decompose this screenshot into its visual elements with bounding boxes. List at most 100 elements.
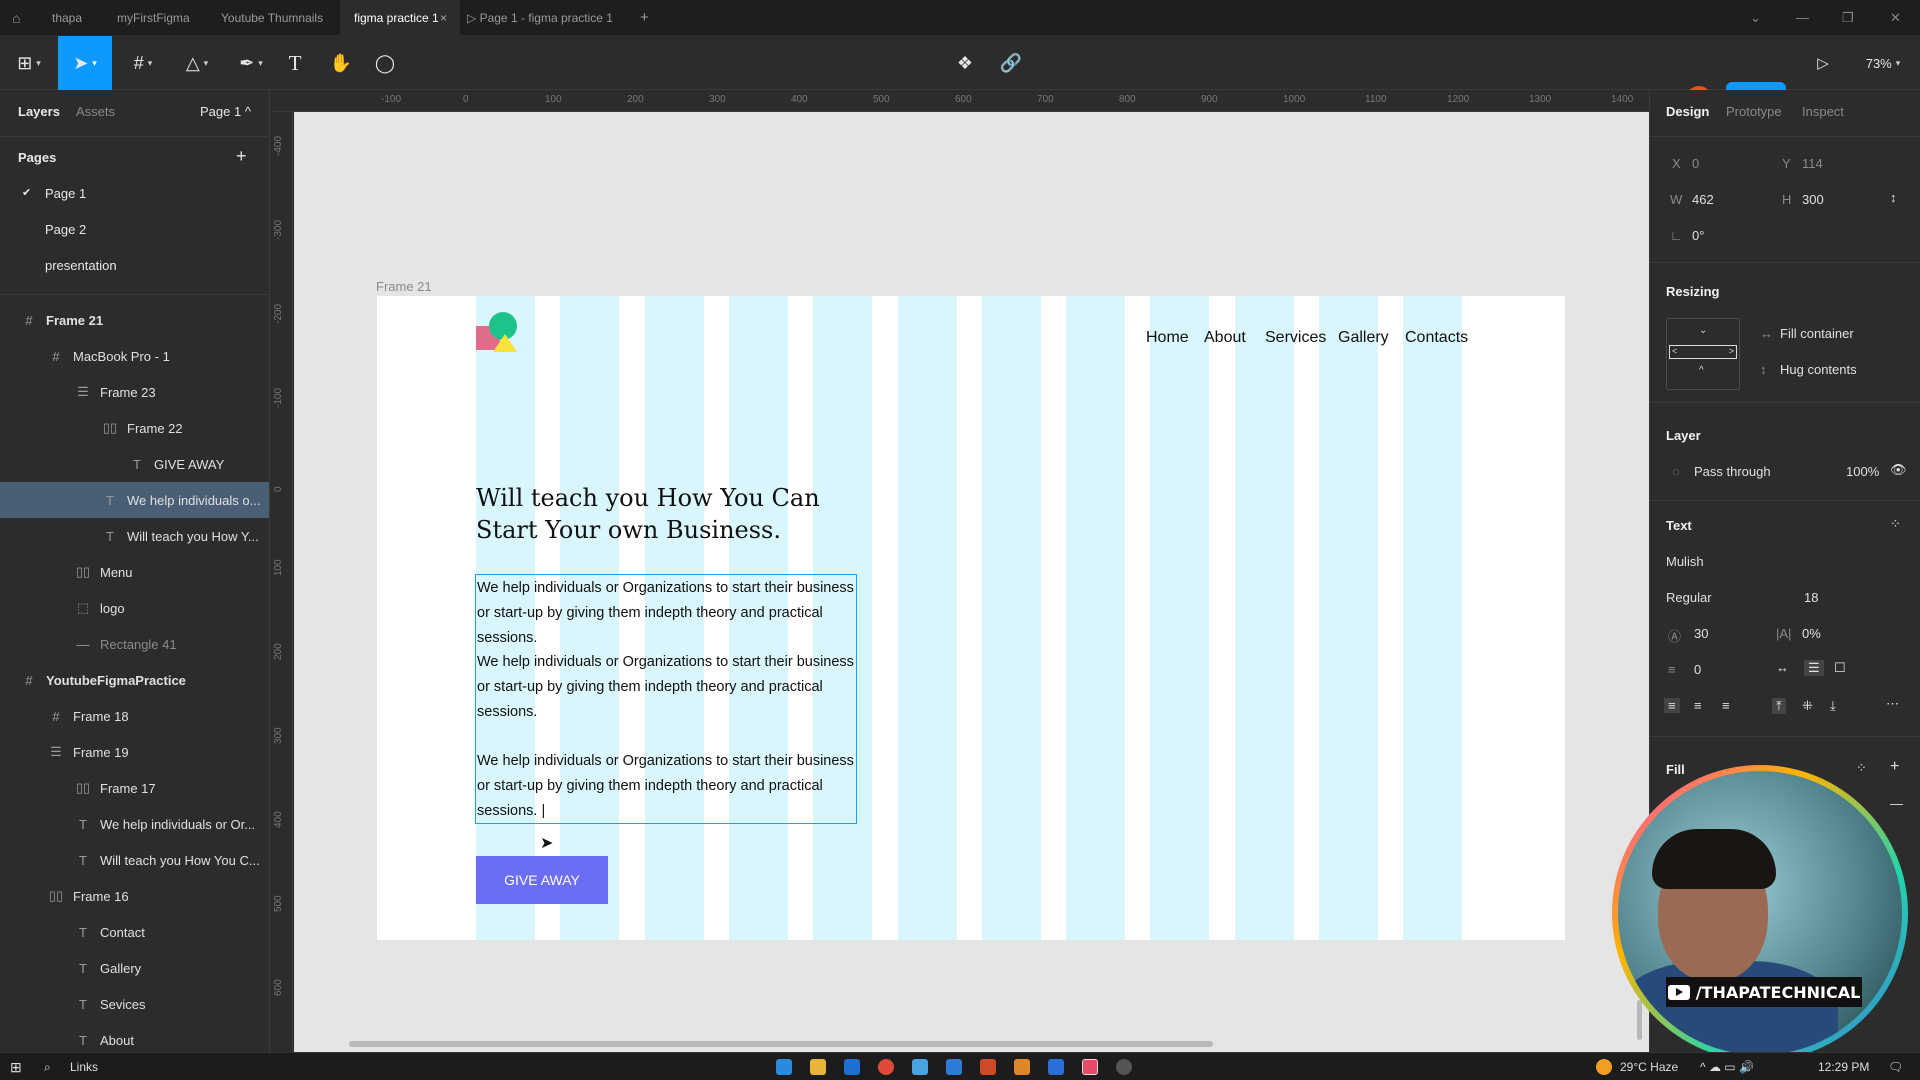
move-tool-icon[interactable]: ➤ ▾ (58, 36, 112, 90)
system-tray-icons[interactable]: ^ ☁ ▭ 🔊 (1700, 1053, 1754, 1080)
notifications-icon[interactable]: 🗨 (1888, 1053, 1903, 1080)
layer-item[interactable]: T About (0, 1022, 269, 1052)
new-tab-button[interactable]: + (640, 0, 649, 36)
fill-container-select[interactable]: Fill container (1780, 326, 1854, 341)
main-menu-icon[interactable]: ⊞ ▾ (8, 36, 50, 90)
opacity-field[interactable]: 100% (1846, 464, 1879, 479)
layer-item[interactable]: ▯▯ Frame 22 (0, 410, 269, 446)
tab-assets[interactable]: Assets (76, 104, 115, 119)
tab-design[interactable]: Design (1666, 104, 1709, 119)
resizing-widget[interactable]: ⌄ < > ^ (1666, 318, 1740, 390)
paragraph-spacing-field[interactable]: 0 (1694, 662, 1701, 677)
clock[interactable]: 12:29 PM (1818, 1053, 1869, 1080)
hero-title[interactable]: Will teach you How You Can Start Your ow… (476, 482, 856, 546)
layer-item[interactable]: — Rectangle 41 (0, 626, 269, 662)
layer-item[interactable]: ☰ Frame 23 (0, 374, 269, 410)
components-icon[interactable]: ❖ (950, 36, 980, 90)
more-options-icon[interactable]: ⋯ (1886, 696, 1899, 712)
nav-services[interactable]: Services (1265, 329, 1326, 347)
line-height-field[interactable]: 30 (1694, 626, 1708, 641)
x-field[interactable]: 0 (1692, 156, 1699, 171)
close-window-icon[interactable]: ✕ (1890, 0, 1901, 36)
give-away-button[interactable]: GIVE AWAY (476, 856, 608, 904)
align-left-icon[interactable]: ≡ (1664, 698, 1680, 713)
layer-item[interactable]: # Frame 21 (0, 302, 269, 338)
search-icon[interactable]: ⌕ (44, 1053, 51, 1080)
minimize-icon[interactable]: — (1796, 0, 1809, 36)
auto-height-icon[interactable]: ☰ (1804, 660, 1824, 676)
frame-21[interactable]: Home About Services Gallery Contacts Wil… (377, 296, 1565, 940)
layer-item[interactable]: ☰ Frame 19 (0, 734, 269, 770)
tab-layers[interactable]: Layers (18, 104, 60, 119)
layer-item[interactable]: T We help individuals or Or... (0, 806, 269, 842)
text-tool-icon[interactable]: T (280, 36, 310, 90)
rotation-field[interactable]: 0° (1692, 228, 1704, 243)
frame-label[interactable]: Frame 21 (376, 279, 432, 294)
weather-text[interactable]: 29°C Haze (1620, 1053, 1678, 1080)
windows-start-icon[interactable]: ⊞ (10, 1053, 22, 1080)
taskbar-search-label[interactable]: Links (70, 1053, 98, 1080)
y-field[interactable]: 114 (1802, 156, 1823, 171)
hero-paragraph[interactable]: We help individuals or Organizations to … (477, 749, 857, 824)
auto-width-icon[interactable]: ↔ (1776, 660, 1789, 675)
restore-icon[interactable]: ❐ (1842, 0, 1854, 36)
office-icon[interactable] (980, 1059, 996, 1075)
layer-item[interactable]: # MacBook Pro - 1 (0, 338, 269, 374)
remove-fill-icon[interactable]: — (1890, 796, 1903, 811)
app-icon[interactable] (1014, 1059, 1030, 1075)
mail-icon[interactable] (844, 1059, 860, 1075)
link-icon[interactable]: 🔗 (996, 36, 1026, 90)
tab-myfirstfigma[interactable]: myFirstFigma (117, 0, 190, 36)
nav-about[interactable]: About (1204, 329, 1246, 347)
layer-item[interactable]: T Contact (0, 914, 269, 950)
layer-item[interactable]: T Sevices (0, 986, 269, 1022)
home-icon[interactable]: ⌂ (12, 0, 20, 36)
app-icon[interactable] (1048, 1059, 1064, 1075)
layer-item[interactable]: T Will teach you How You C... (0, 842, 269, 878)
tab-page-1-prototype[interactable]: ▷ Page 1 - figma practice 1 (467, 0, 613, 36)
blend-mode-select[interactable]: Pass through (1694, 464, 1771, 479)
page-item-presentation[interactable]: presentation (45, 258, 117, 273)
h-field[interactable]: 300 (1802, 192, 1824, 207)
page-item-page-1[interactable]: Page 1 (45, 186, 86, 201)
vscode-icon[interactable] (946, 1059, 962, 1075)
align-middle-icon[interactable]: ⁜ (1802, 698, 1813, 714)
close-tab-icon[interactable]: × (440, 0, 447, 36)
add-fill-icon[interactable]: + (1890, 758, 1899, 776)
hero-paragraph[interactable]: We help individuals or Organizations to … (477, 576, 857, 651)
layer-item[interactable]: # Frame 18 (0, 698, 269, 734)
layer-item[interactable]: # YoutubeFigmaPractice (0, 662, 269, 698)
nav-contacts[interactable]: Contacts (1405, 329, 1468, 347)
frame-tool-icon[interactable]: # ▾ (122, 36, 164, 90)
font-family-select[interactable]: Mulish (1666, 554, 1704, 569)
present-play-icon[interactable]: ▷ (1808, 36, 1838, 90)
chevron-down-icon[interactable]: ⌄ (1750, 0, 1761, 36)
zoom-menu[interactable]: 73% ▾ (1858, 36, 1908, 90)
align-center-icon[interactable]: ≡ (1694, 698, 1702, 713)
page-item-page-2[interactable]: Page 2 (45, 222, 86, 237)
tab-prototype[interactable]: Prototype (1726, 104, 1782, 119)
layer-item[interactable]: T We help individuals o... (0, 482, 269, 518)
align-right-icon[interactable]: ≡ (1722, 698, 1730, 713)
nav-home[interactable]: Home (1146, 329, 1189, 347)
w-field[interactable]: 462 (1692, 192, 1714, 207)
app-icon[interactable] (1116, 1059, 1132, 1075)
hug-contents-select[interactable]: Hug contents (1780, 362, 1857, 377)
pen-tool-icon[interactable]: ✒ ▾ (230, 36, 272, 90)
figma-icon[interactable] (1082, 1059, 1098, 1075)
constrain-proportions-icon[interactable]: ↕ (1890, 190, 1897, 205)
layer-item[interactable]: T Will teach you How Y... (0, 518, 269, 554)
tab-inspect[interactable]: Inspect (1802, 104, 1844, 119)
nav-gallery[interactable]: Gallery (1338, 329, 1389, 347)
fill-styles-icon[interactable]: ⁘ (1856, 760, 1867, 776)
layer-item[interactable]: ▯▯ Menu (0, 554, 269, 590)
chrome-icon[interactable] (878, 1059, 894, 1075)
eye-icon[interactable]: 👁 (1890, 462, 1907, 478)
horizontal-scrollbar[interactable] (349, 1041, 1213, 1047)
tab-youtube-thumnails[interactable]: Youtube Thumnails (221, 0, 323, 36)
add-page-icon[interactable]: + (236, 146, 247, 167)
align-bottom-icon[interactable]: ⤓ (1830, 698, 1836, 714)
hand-tool-icon[interactable]: ✋ (326, 36, 356, 90)
file-explorer-icon[interactable] (810, 1059, 826, 1075)
layer-item[interactable]: ▯▯ Frame 16 (0, 878, 269, 914)
